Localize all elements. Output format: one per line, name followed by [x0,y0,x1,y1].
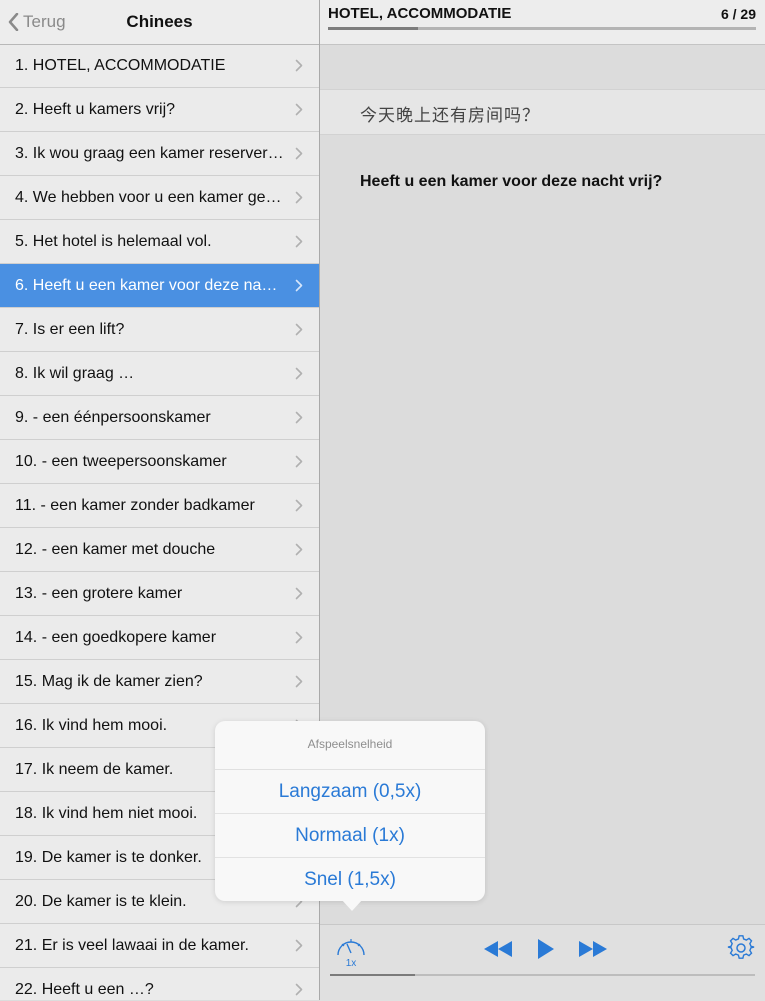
list-item[interactable]: 21. Er is veel lawaai in de kamer. [0,924,319,968]
list-item-label: 6. Heeft u een kamer voor deze nacht vri… [15,276,285,294]
list-item-label: 22. Heeft u een …? [15,980,154,998]
speed-option-normal[interactable]: Normaal (1x) [215,814,485,858]
chevron-right-icon [295,455,305,468]
chinese-phrase-band: 今天晚上还有房间吗？ [320,89,765,135]
play-icon [538,939,554,959]
list-item-label: 14. - een goedkopere kamer [15,628,217,646]
speed-option-fast[interactable]: Snel (1,5x) [215,858,485,901]
chevron-right-icon [295,367,305,380]
list-item-label: 5. Het hotel is helemaal vol. [15,232,212,250]
list-item[interactable]: 5. Het hotel is helemaal vol. [0,220,319,264]
lesson-progress-bar [328,27,756,30]
gear-icon [727,935,755,959]
audio-player-bar: 1x [320,924,765,1001]
chevron-right-icon [295,59,305,72]
playback-speed-button[interactable]: 1x [335,934,367,969]
chevron-right-icon [295,587,305,600]
list-item-label: 12. - een kamer met douche [15,540,216,558]
lesson-progress-fill [328,27,418,30]
chevron-left-icon [8,13,19,31]
back-button-label: Terug [23,12,66,31]
list-item[interactable]: 1. HOTEL, ACCOMMODATIE [0,44,319,88]
lesson-counter: 6 / 29 [720,6,756,22]
chevron-right-icon [295,323,305,336]
list-item[interactable]: 8. Ik wil graag … [0,352,319,396]
list-item[interactable]: 4. We hebben voor u een kamer gereservee… [0,176,319,220]
back-button[interactable]: Terug [8,10,66,34]
chevron-right-icon [295,103,305,116]
audio-progress-fill [330,974,415,976]
audio-progress-bar[interactable] [330,974,755,976]
playback-speed-value: 1x [345,958,357,969]
list-item[interactable]: 14. - een goedkopere kamer [0,616,319,660]
chevron-right-icon [295,191,305,204]
list-item[interactable]: 7. Is er een lift? [0,308,319,352]
list-item[interactable]: 9. - een éénpersoonskamer [0,396,319,440]
list-item[interactable]: 2. Heeft u kamers vrij? [0,88,319,132]
list-item-label: 7. Is er een lift? [15,320,125,338]
fast-forward-button[interactable] [578,939,608,964]
list-item[interactable]: 6. Heeft u een kamer voor deze nacht vri… [0,264,319,308]
speed-option-slow[interactable]: Langzaam (0,5x) [215,770,485,814]
chevron-right-icon [295,631,305,644]
chevron-right-icon [295,543,305,556]
chevron-right-icon [295,411,305,424]
list-item-label: 9. - een éénpersoonskamer [15,408,211,426]
list-item[interactable]: 15. Mag ik de kamer zien? [0,660,319,704]
chevron-right-icon [295,939,305,952]
list-item-label: 3. Ik wou graag een kamer reserveren. [15,144,285,162]
settings-button[interactable] [727,934,755,967]
list-item-label: 2. Heeft u kamers vrij? [15,100,176,118]
sidebar-header: Terug Chinees [0,0,319,45]
speedometer-icon [337,939,365,956]
chevron-right-icon [295,235,305,248]
rewind-icon [484,941,512,957]
list-item-label: 10. - een tweepersoonskamer [15,452,227,470]
list-item[interactable]: 12. - een kamer met douche [0,528,319,572]
list-item[interactable]: 10. - een tweepersoonskamer [0,440,319,484]
list-item[interactable]: 11. - een kamer zonder badkamer [0,484,319,528]
main-header: HOTEL, ACCOMMODATIE 6 / 29 [320,0,765,45]
list-item[interactable]: 13. - een grotere kamer [0,572,319,616]
list-item[interactable]: 22. Heeft u een …? [0,968,319,1000]
play-button[interactable] [536,937,556,966]
list-item-label: 11. - een kamer zonder badkamer [15,496,255,514]
playback-speed-popover: Afspeelsnelheid Langzaam (0,5x) Normaal … [215,721,485,901]
list-item-label: 21. Er is veel lawaai in de kamer. [15,936,249,954]
popover-arrow [341,899,363,911]
list-item-label: 13. - een grotere kamer [15,584,183,602]
chevron-right-icon [295,675,305,688]
list-item-label: 8. Ik wil graag … [15,364,135,382]
list-item-label: 1. HOTEL, ACCOMMODATIE [15,56,226,74]
lesson-title: HOTEL, ACCOMMODATIE [328,5,512,22]
rewind-button[interactable] [483,939,513,964]
chevron-right-icon [295,499,305,512]
fast-forward-icon [579,941,607,957]
dutch-phrase: Heeft u een kamer voor deze nacht vrij? [360,173,663,190]
chinese-phrase: 今天晚上还有房间吗？ [360,106,540,125]
chevron-right-icon [295,983,305,996]
list-item[interactable]: 3. Ik wou graag een kamer reserveren. [0,132,319,176]
list-item-label: 15. Mag ik de kamer zien? [15,672,203,690]
chevron-right-icon [295,147,305,160]
popover-title: Afspeelsnelheid [215,721,485,770]
chevron-right-icon [295,279,305,292]
list-item-label: 4. We hebben voor u een kamer gereservee… [15,188,285,206]
